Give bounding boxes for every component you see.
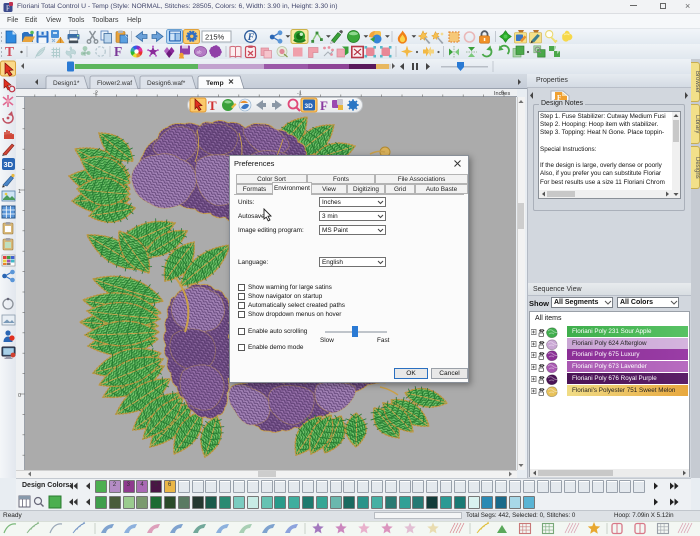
svg-text:Design1*: Design1* <box>53 80 80 87</box>
svg-text:T: T <box>208 98 217 113</box>
svg-text:1: 1 <box>18 189 21 195</box>
svg-text:ab: ab <box>197 50 203 55</box>
svg-text:215%: 215% <box>205 33 225 42</box>
svg-text:-1: -1 <box>297 91 302 97</box>
svg-text:T: T <box>5 44 14 59</box>
svg-text:3D: 3D <box>305 103 314 110</box>
svg-text:F: F <box>320 98 328 113</box>
svg-text:Temp: Temp <box>206 80 224 87</box>
svg-text:0: 0 <box>18 393 21 399</box>
svg-text:3D: 3D <box>4 160 14 169</box>
svg-text:F: F <box>247 33 255 43</box>
svg-text:-2: -2 <box>93 91 98 97</box>
svg-text:Design6.waf*: Design6.waf* <box>147 80 186 87</box>
svg-text:Flower2.waf: Flower2.waf <box>97 80 132 87</box>
svg-text:F: F <box>114 44 122 59</box>
